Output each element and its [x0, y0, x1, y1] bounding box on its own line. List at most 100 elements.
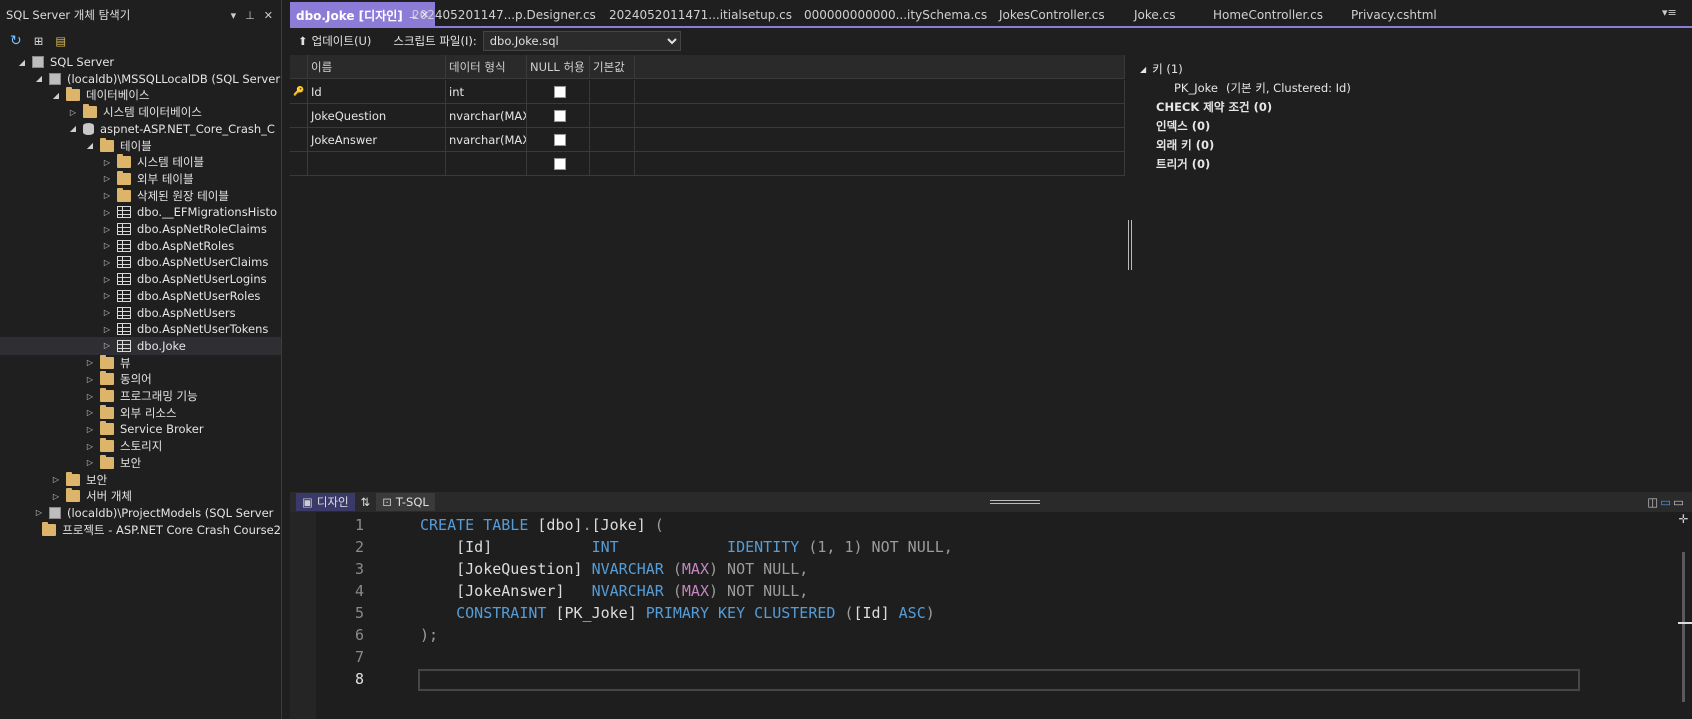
tree-node[interactable]: 프로젝트 - ASP.NET Core Crash Course2 — [0, 521, 281, 539]
tree-node[interactable]: ▷ 프로그래밍 기능 — [0, 387, 281, 405]
cell-type[interactable]: nvarchar(MAX) — [446, 128, 527, 151]
tsql-pane-tab[interactable]: ⊡ T-SQL — [376, 493, 435, 511]
tree-node[interactable]: ▷ Service Broker — [0, 420, 281, 438]
expand-arrow-icon[interactable]: ▷ — [85, 375, 95, 384]
layout-icons[interactable]: ◫▭▭ — [1647, 495, 1686, 509]
cell-null[interactable] — [527, 128, 590, 151]
tree-node[interactable]: ▷ 외부 테이블 — [0, 170, 281, 188]
expand-arrow-icon[interactable]: ▷ — [102, 341, 112, 350]
tree-node[interactable]: ▷ dbo.__EFMigrationsHisto — [0, 203, 281, 221]
grid-row[interactable] — [290, 152, 1125, 176]
grid-row[interactable]: JokeQuestion nvarchar(MAX) — [290, 104, 1125, 128]
cell-default[interactable] — [590, 104, 635, 127]
tab-6[interactable]: HomeController.cs — [1207, 4, 1329, 26]
tree-node[interactable]: ▷ 서버 개체 — [0, 487, 281, 505]
expand-arrow-icon[interactable]: ▷ — [102, 174, 112, 183]
expand-arrow-icon[interactable]: ▷ — [102, 275, 112, 284]
expand-arrow-icon[interactable]: ▷ — [85, 358, 95, 367]
panel-splitter[interactable] — [1128, 220, 1132, 270]
expand-arrow-icon[interactable]: ▷ — [102, 191, 112, 200]
keys-node[interactable]: ◢ 키 (1) — [1140, 61, 1183, 77]
check-constraints-node[interactable]: CHECK 제약 조건 (0) — [1156, 99, 1272, 115]
allow-null-checkbox[interactable] — [553, 109, 566, 122]
scrollbar-thumb[interactable] — [1682, 552, 1685, 702]
tree-node[interactable]: ▷ 동의어 — [0, 370, 281, 388]
tab-4[interactable]: JokesController.cs — [993, 4, 1111, 26]
update-button[interactable]: ⬆ 업데이트(U) — [298, 33, 371, 49]
splitter-grip[interactable] — [989, 500, 1040, 504]
grid-row[interactable]: JokeAnswer nvarchar(MAX) — [290, 128, 1125, 152]
tree-node[interactable]: ▷ dbo.AspNetUserTokens — [0, 320, 281, 338]
cell-name[interactable]: Id — [308, 80, 446, 103]
tsql-editor[interactable]: 1 2 3 4 5 6 7 8 CREATE TABLE [dbo].[Joke] ( [Id… — [290, 512, 1692, 719]
cell-type[interactable] — [446, 152, 527, 175]
cell-null[interactable] — [527, 80, 590, 103]
script-file-select[interactable]: dbo.Joke.sql — [482, 31, 681, 51]
grid-row[interactable]: 🔑 Id int — [290, 80, 1125, 104]
tree-node[interactable]: ▷ dbo.AspNetUsers — [0, 304, 281, 322]
tree-node[interactable]: ▷ 외부 리소스 — [0, 404, 281, 422]
expand-arrow-icon[interactable]: ▷ — [102, 291, 112, 300]
tree-node[interactable]: ▷ dbo.AspNetUserClaims — [0, 253, 281, 271]
collapse-arrow-icon[interactable]: ◢ — [51, 91, 61, 100]
refresh-icon[interactable]: ↻ — [10, 33, 22, 49]
pk-joke-item[interactable]: PK_Joke (기본 키, Clustered: Id) — [1174, 80, 1351, 96]
tree-node[interactable]: ▷ dbo.Joke — [0, 336, 281, 355]
tree-node[interactable]: ◢ (localdb)\MSSQLLocalDB (SQL Server — [0, 70, 281, 88]
pin-icon[interactable]: ⊥ — [245, 9, 255, 22]
tree-node[interactable]: ▷ dbo.AspNetRoleClaims — [0, 220, 281, 238]
tab-7[interactable]: Privacy.cshtml — [1345, 4, 1443, 26]
tree-node[interactable]: ◢ 테이블 — [0, 137, 281, 155]
cell-type[interactable]: int — [446, 80, 527, 103]
expand-arrow-icon[interactable]: ▷ — [102, 325, 112, 334]
tree-node[interactable]: ▷ dbo.AspNetRoles — [0, 237, 281, 255]
new-query-icon[interactable]: ▤ — [55, 34, 66, 48]
collapse-arrow-icon[interactable]: ◢ — [85, 141, 95, 150]
tree-node[interactable]: ▷ 시스템 테이블 — [0, 153, 281, 171]
cell-null[interactable] — [527, 104, 590, 127]
expand-arrow-icon[interactable]: ▷ — [34, 508, 44, 517]
expand-arrow-icon[interactable]: ▷ — [68, 108, 78, 117]
expand-arrow-icon[interactable]: ▷ — [102, 308, 112, 317]
tree-node[interactable]: ▷ 뷰 — [0, 354, 281, 372]
expand-arrow-icon[interactable]: ▷ — [102, 241, 112, 250]
close-icon[interactable]: ✕ — [264, 9, 273, 22]
cell-default[interactable] — [590, 152, 635, 175]
expand-arrow-icon[interactable]: ▷ — [51, 475, 61, 484]
expand-arrow-icon[interactable]: ▷ — [102, 258, 112, 267]
allow-null-checkbox[interactable] — [553, 85, 566, 98]
swap-panes-button[interactable]: ⇅ — [355, 493, 377, 511]
triggers-node[interactable]: 트리거 (0) — [1156, 156, 1210, 172]
tree-node[interactable]: ▷ dbo.AspNetUserLogins — [0, 270, 281, 288]
indexes-node[interactable]: 인덱스 (0) — [1156, 118, 1210, 134]
split-editor-icon[interactable]: ✛ — [1675, 512, 1692, 526]
tree-node[interactable]: ◢ aspnet-ASP.NET_Core_Crash_C — [0, 120, 281, 138]
expand-arrow-icon[interactable]: ▷ — [85, 458, 95, 467]
add-server-icon[interactable]: ⊞ — [34, 34, 44, 48]
expand-arrow-icon[interactable]: ▷ — [102, 208, 112, 217]
tree-node[interactable]: ▷ 삭제된 원장 테이블 — [0, 187, 281, 205]
tree-node[interactable]: ▷ (localdb)\ProjectModels (SQL Server — [0, 504, 281, 522]
tree-node[interactable]: ▷ 보안 — [0, 471, 281, 489]
expand-arrow-icon[interactable]: ▷ — [85, 408, 95, 417]
tab-2[interactable]: 202405201147​1...itialsetup.cs — [603, 4, 798, 26]
foreign-keys-node[interactable]: 외래 키 (0) — [1156, 137, 1214, 153]
expand-arrow-icon[interactable]: ▷ — [85, 442, 95, 451]
tab-3[interactable]: 000000000000...itySchema.cs — [798, 4, 993, 26]
editor-scrollbar[interactable]: ✛ — [1675, 512, 1692, 719]
allow-null-checkbox[interactable] — [553, 133, 566, 146]
collapse-arrow-icon[interactable]: ◢ — [68, 124, 78, 133]
expand-arrow-icon[interactable]: ▷ — [85, 425, 95, 434]
cell-name[interactable]: JokeAnswer — [308, 128, 446, 151]
cell-default[interactable] — [590, 128, 635, 151]
expand-arrow-icon[interactable]: ▷ — [102, 158, 112, 167]
tab-5[interactable]: Joke.cs — [1128, 4, 1181, 26]
tree-node[interactable]: ◢ SQL Server — [0, 53, 281, 71]
expand-arrow-icon[interactable]: ▷ — [102, 225, 112, 234]
tab-overflow-icon[interactable]: ▾≡ — [1662, 6, 1677, 19]
tree-node[interactable]: ▷ 보안 — [0, 454, 281, 472]
expand-arrow-icon[interactable]: ▷ — [51, 492, 61, 501]
tree-node[interactable]: ▷ dbo.AspNetUserRoles — [0, 287, 281, 305]
collapse-arrow-icon[interactable]: ◢ — [34, 74, 44, 83]
expand-arrow-icon[interactable]: ▷ — [85, 392, 95, 401]
